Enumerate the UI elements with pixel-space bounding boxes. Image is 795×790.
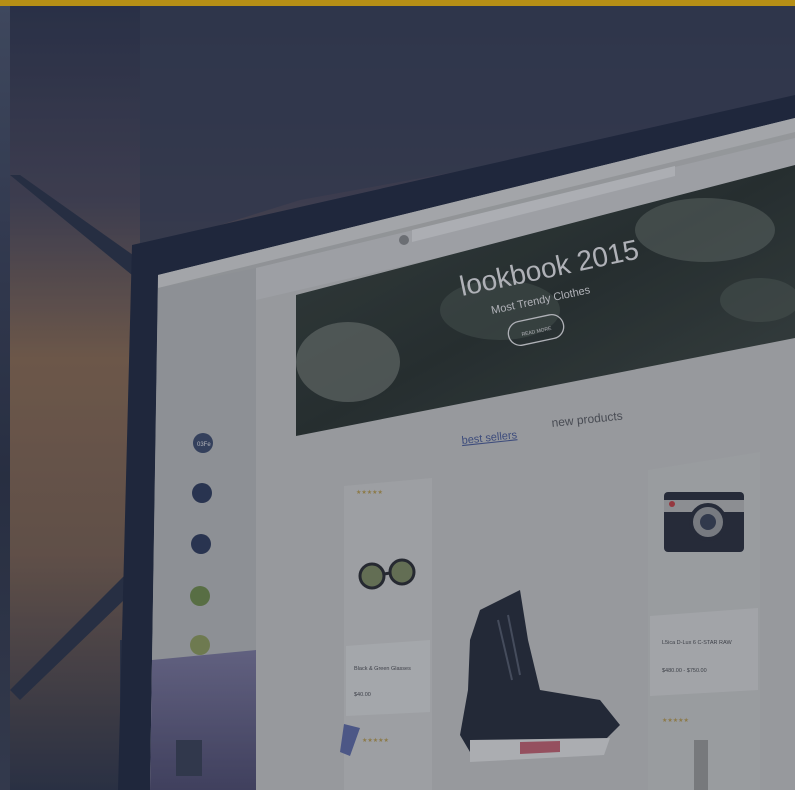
rating-stars-bottom: ★★★★★: [362, 737, 389, 744]
dock-app-label: 03Fe: [197, 442, 211, 448]
trash-icon[interactable]: [176, 740, 202, 776]
reload-icon[interactable]: [399, 235, 409, 245]
feather-icon[interactable]: [191, 534, 211, 554]
camera-name: L5ica D-Lux 6 C-STAR RAW: [662, 640, 732, 646]
leaf-icon[interactable]: [190, 635, 210, 655]
apple-icon[interactable]: [192, 483, 212, 503]
monitor-photo: lookbook 2015 Most Trendy Clothes READ M…: [10, 6, 795, 790]
shopify-icon[interactable]: [190, 586, 210, 606]
rating-stars-glasses: ★★★★★: [356, 489, 383, 496]
product-bottle-image: [694, 740, 708, 790]
lavender-wallpaper: [150, 650, 256, 790]
glasses-name: Black & Green Glasses: [354, 666, 411, 672]
camera-price: $480.00 - $750.00: [662, 668, 707, 674]
photo-scene: lookbook 2015 Most Trendy Clothes READ M…: [0, 0, 795, 790]
rating-stars-camera: ★★★★★: [662, 717, 689, 724]
glasses-price: $40.00: [354, 692, 371, 698]
camera-image: [664, 492, 744, 552]
